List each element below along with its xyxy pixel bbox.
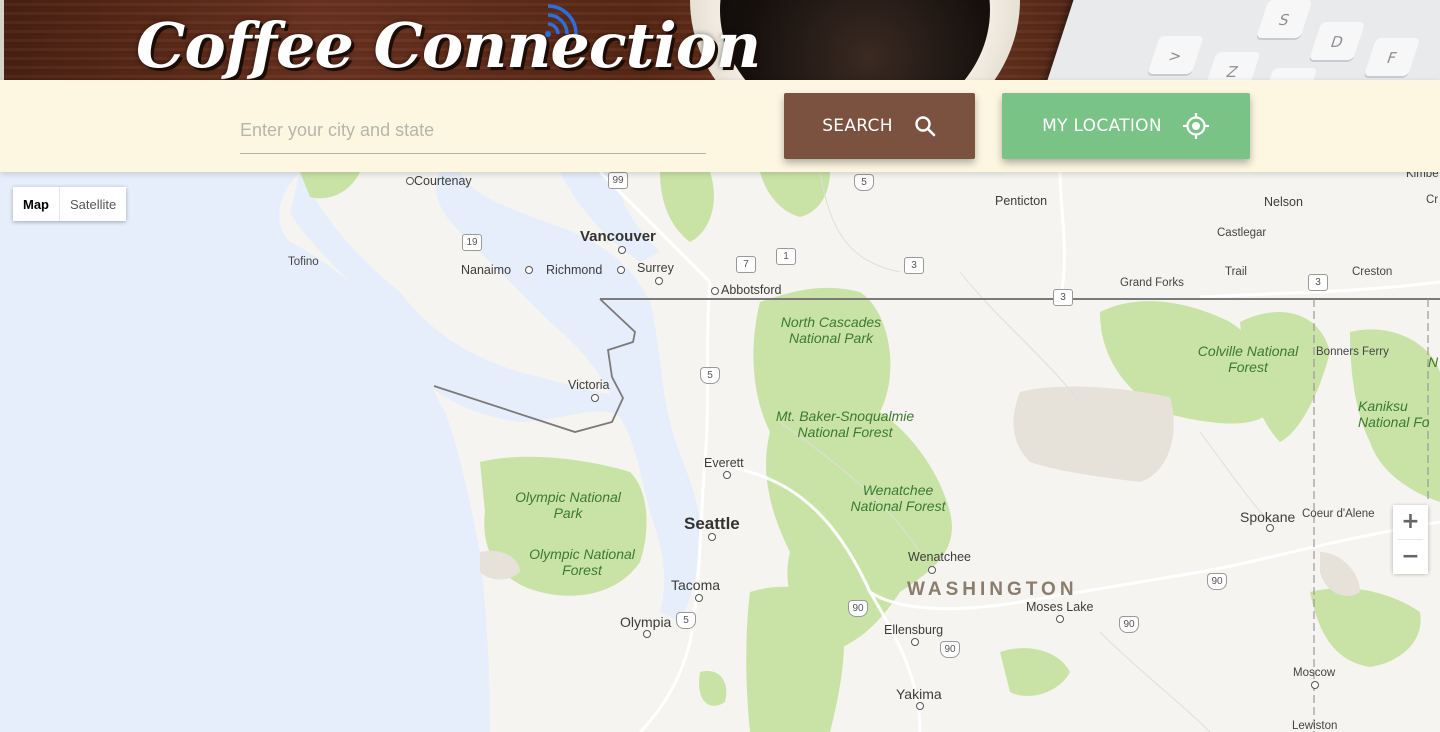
park-label-wenatchee-nf: Wenatchee National Forest: [850, 482, 946, 514]
city-marker: [928, 566, 936, 574]
park-label-colville: Colville National Forest: [1197, 343, 1299, 375]
my-location-button-label: MY LOCATION: [1042, 116, 1162, 136]
header-banner: S D F > Z X C Coffee Connection: [0, 0, 1440, 80]
highway-shield: 5: [676, 612, 696, 629]
city-label-creston: Creston: [1352, 266, 1393, 278]
city-label-coeur-dalene: Coeur d'Alene: [1302, 508, 1375, 520]
city-label-yakima: Yakima: [896, 686, 942, 702]
city-label-olympia: Olympia: [620, 614, 672, 630]
crosshair-icon: [1182, 113, 1209, 139]
city-marker: [643, 630, 651, 638]
highway-shield: 99: [608, 172, 628, 189]
wifi-icon: [545, 4, 578, 37]
city-label-grand-forks: Grand Forks: [1120, 277, 1184, 289]
map-canvas[interactable]: Courtenay Vancouver Nanaimo Richmond Sur…: [0, 172, 1440, 732]
city-label-tofino: Tofino: [288, 256, 319, 268]
highway-shield: 90: [940, 641, 960, 658]
highway-shield: 90: [1207, 573, 1227, 590]
city-label-cranbrook: Cr: [1426, 194, 1439, 206]
city-label-ellensburg: Ellensburg: [884, 623, 944, 637]
city-label-castlegar: Castlegar: [1217, 227, 1267, 239]
city-label-courtenay: Courtenay: [414, 174, 472, 188]
highway-shield: 19: [462, 234, 482, 251]
city-marker: [723, 471, 731, 479]
map-type-map-button[interactable]: Map: [13, 187, 60, 221]
city-label-victoria: Victoria: [568, 378, 610, 392]
park-label-kaniksu: Kaniksu National Fo: [1358, 398, 1430, 430]
highway-shield: 3: [1308, 274, 1328, 291]
city-label-seattle: Seattle: [684, 514, 740, 533]
keyboard-key: X: [1260, 68, 1318, 80]
city-label-nelson: Nelson: [1264, 195, 1303, 209]
park-label-olympic-np: Olympic National Park: [515, 489, 621, 521]
highway-shield: 7: [736, 256, 756, 273]
city-marker: [655, 277, 663, 285]
highway-shield: 3: [1053, 289, 1073, 306]
city-label-moscow: Moscow: [1293, 667, 1336, 679]
city-marker: [708, 533, 716, 541]
my-location-button[interactable]: MY LOCATION: [1002, 93, 1250, 159]
highway-shield: 90: [1119, 616, 1139, 633]
zoom-in-button[interactable]: +: [1393, 505, 1428, 539]
park-label-kaniksu-edge: N: [1428, 354, 1439, 370]
search-button[interactable]: SEARCH: [784, 93, 975, 159]
keyboard-key: S: [1255, 0, 1313, 40]
city-state-input[interactable]: [240, 108, 706, 154]
city-label-vancouver: Vancouver: [580, 228, 656, 245]
park-label-north-cascades: North Cascades National Park: [780, 314, 882, 346]
search-icon: [915, 116, 936, 137]
city-label-tacoma: Tacoma: [671, 577, 721, 593]
city-label-penticton: Penticton: [995, 194, 1048, 208]
city-marker: [1266, 524, 1274, 532]
map-tiles: [0, 172, 1440, 732]
city-marker: [525, 266, 533, 274]
city-marker: [1056, 615, 1064, 623]
city-marker: [618, 246, 626, 254]
city-label-nanaimo: Nanaimo: [461, 263, 512, 277]
zoom-control: + −: [1393, 505, 1428, 574]
keyboard-key: F: [1363, 38, 1421, 78]
park-label-olympic-nf: Olympic National Forest: [529, 546, 635, 578]
city-marker: [617, 266, 625, 274]
highway-shield: 5: [700, 367, 720, 384]
keyboard-image: S D F > Z X C: [1041, 0, 1440, 80]
banner-edge: [0, 0, 4, 80]
city-label-wenatchee: Wenatchee: [908, 550, 972, 564]
city-marker: [916, 702, 924, 710]
city-marker: [1311, 681, 1319, 689]
state-label: WASHINGTON: [907, 579, 1078, 600]
city-label-surrey: Surrey: [637, 261, 674, 275]
city-label-spokane: Spokane: [1240, 509, 1296, 525]
search-button-label: SEARCH: [822, 116, 893, 136]
city-marker: [406, 177, 414, 185]
city-label-trail: Trail: [1225, 266, 1247, 278]
city-label-abbotsford: Abbotsford: [721, 283, 782, 297]
highway-shield: 90: [848, 600, 868, 617]
city-marker: [711, 287, 719, 295]
coffee-surface: [720, 0, 990, 80]
city-label-kimberley: Kimbe: [1406, 172, 1439, 180]
city-label-lewiston: Lewiston: [1292, 720, 1338, 732]
map-type-satellite-button[interactable]: Satellite: [60, 187, 127, 221]
city-marker: [695, 594, 703, 602]
map-type-control: Map Satellite: [13, 187, 127, 221]
city-label-bonners-ferry: Bonners Ferry: [1316, 346, 1389, 358]
park-label-baker-snoqualmie: Mt. Baker-Snoqualmie National Forest: [775, 408, 915, 440]
city-marker: [911, 638, 919, 646]
city-label-everett: Everett: [704, 456, 744, 470]
city-label-moses-lake: Moses Lake: [1026, 600, 1094, 614]
highway-shield: 5: [854, 174, 874, 191]
city-marker: [591, 394, 599, 402]
city-label-richmond: Richmond: [546, 263, 603, 277]
logo[interactable]: Coffee Connection: [136, 6, 761, 80]
highway-shield: 3: [904, 257, 924, 274]
keyboard-key: Z: [1203, 52, 1261, 80]
keyboard-key: D: [1308, 22, 1366, 62]
keyboard-key: >: [1146, 36, 1204, 76]
zoom-out-button[interactable]: −: [1393, 540, 1428, 574]
highway-shield: 1: [776, 248, 796, 265]
